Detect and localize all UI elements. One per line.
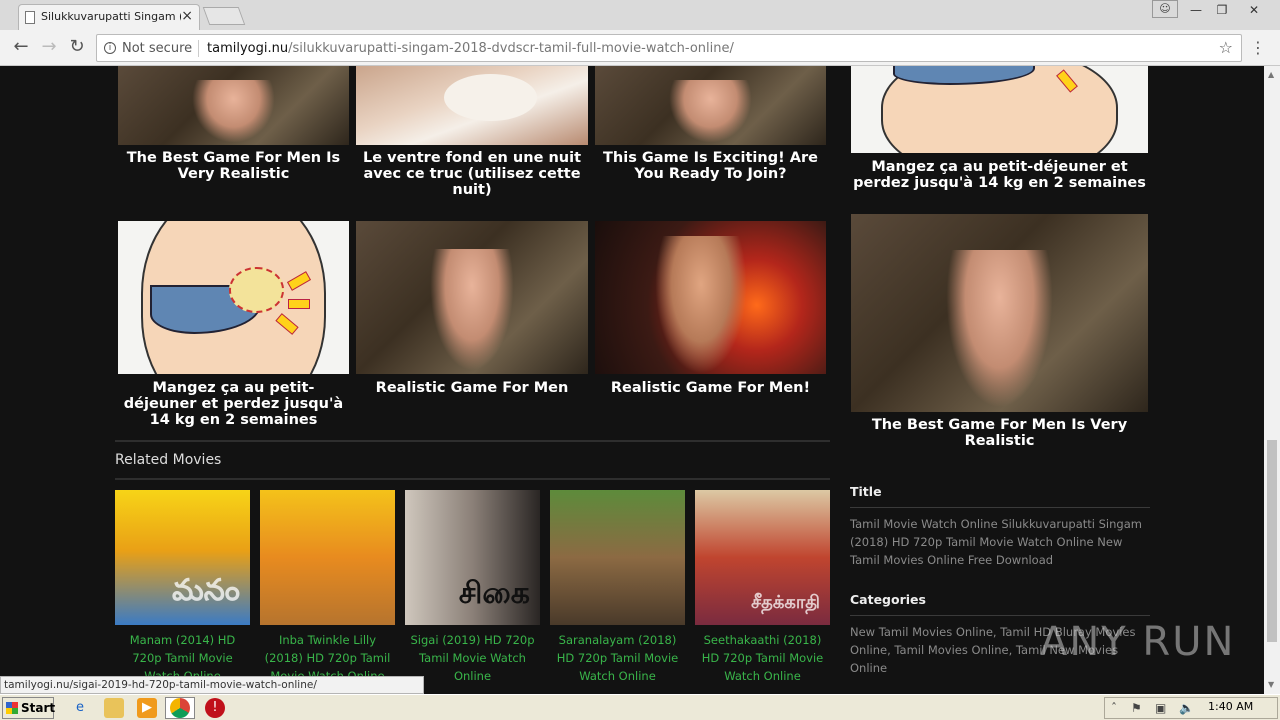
page-content: The Best Game For Men Is Very Realistic … [0, 66, 1264, 694]
ad-title[interactable]: Le ventre fond en une nuit avec ce truc … [356, 150, 588, 198]
title-text: Tamil Movie Watch Online Silukkuvarupatt… [850, 517, 1142, 567]
sidebar-divider [850, 507, 1150, 508]
browser-toolbar: ← → ↻ i Not secure tamilyogi.nu/silukkuv… [0, 30, 1280, 66]
poster-glyph: మనం [171, 573, 240, 608]
movie-poster[interactable]: சீதக்காதி [695, 490, 830, 625]
title-heading: Title [850, 484, 882, 499]
scrollbar-thumb[interactable] [1267, 440, 1277, 642]
ad-image[interactable] [595, 66, 826, 145]
windows-logo-icon [6, 702, 18, 714]
volume-icon[interactable]: 🔈 [1179, 701, 1194, 715]
start-button[interactable]: Start [2, 697, 56, 719]
chrome-icon [170, 698, 190, 718]
poster-glyph: சீதக்காதி [751, 592, 820, 613]
scroll-up-icon[interactable]: ▲ [1268, 70, 1274, 79]
taskbar: Start e ▶ ! ˆ ⚑ ▣ 🔈 1:40 AM [0, 694, 1280, 720]
related-movies-heading: Related Movies [115, 452, 222, 468]
minimize-icon[interactable]: — [1182, 0, 1210, 20]
ad-title[interactable]: Mangez ça au petit-déjeuner et perdez ju… [851, 159, 1148, 191]
browser-menu-icon[interactable]: ⋮ [1250, 38, 1266, 58]
anyrun-watermark: ANY RUN [1040, 611, 1240, 671]
ad-title[interactable]: The Best Game For Men Is Very Realistic [118, 150, 349, 182]
reload-icon[interactable]: ↻ [66, 36, 88, 58]
address-separator [198, 40, 199, 57]
restore-icon[interactable]: ❐ [1208, 0, 1236, 20]
ad-title[interactable]: Mangez ça au petit-déjeuner et perdez ju… [118, 380, 349, 428]
url-path: /silukkuvarupatti-singam-2018-dvdscr-tam… [288, 41, 734, 56]
page-scrollbar[interactable]: ▲ ▼ [1264, 66, 1280, 694]
ad-title[interactable]: The Best Game For Men Is Very Realistic [851, 417, 1148, 449]
url-host: tamilyogi.nu [207, 41, 289, 56]
bookmark-star-icon[interactable]: ☆ [1219, 38, 1233, 57]
link-status-bubble: tamilyogi.nu/sigai-2019-hd-720p-tamil-mo… [0, 676, 424, 694]
movie-poster[interactable] [260, 490, 395, 625]
folder-icon[interactable] [104, 698, 124, 718]
clock: 1:40 AM [1208, 700, 1254, 713]
watermark-text: ANY RUN [1040, 619, 1236, 665]
ad-image[interactable] [356, 221, 588, 374]
back-icon[interactable]: ← [10, 36, 32, 58]
media-player-icon[interactable]: ▶ [137, 698, 157, 718]
ie-icon[interactable]: e [70, 698, 90, 718]
movie-title-link[interactable]: Saranalayam (2018) HD 720p Tamil Movie W… [550, 631, 685, 685]
close-tab-icon[interactable]: × [181, 8, 193, 24]
user-icon[interactable]: ☺ [1152, 0, 1178, 18]
ad-image[interactable] [595, 221, 826, 374]
security-label: Not secure [122, 41, 193, 56]
opera-icon[interactable]: ! [205, 698, 225, 718]
info-icon[interactable]: i [104, 42, 116, 54]
flag-icon[interactable]: ⚑ [1131, 701, 1142, 715]
movie-poster[interactable] [550, 490, 685, 625]
movie-title-link[interactable]: Seethakaathi (2018) HD 720p Tamil Movie … [695, 631, 830, 685]
movie-title-link[interactable]: Sigai (2019) HD 720p Tamil Movie Watch O… [405, 631, 540, 685]
movie-poster[interactable]: మనం [115, 490, 250, 625]
chrome-taskbar-button[interactable] [165, 697, 195, 719]
ad-image[interactable] [356, 66, 588, 145]
ad-title[interactable]: Realistic Game For Men [356, 380, 588, 396]
ad-image[interactable] [118, 66, 349, 145]
tab-title: Silukkuvarupatti Singam (20 [41, 10, 181, 23]
section-divider [115, 478, 830, 480]
ad-title[interactable]: Realistic Game For Men! [595, 380, 826, 396]
tab-strip: Silukkuvarupatti Singam (20 × ☺ — ❐ ✕ [0, 0, 1280, 30]
start-label: Start [21, 701, 56, 715]
url-text[interactable]: tamilyogi.nu/silukkuvarupatti-singam-201… [207, 41, 734, 56]
poster-glyph: சிகை [458, 576, 530, 611]
browser-tab[interactable]: Silukkuvarupatti Singam (20 × [18, 4, 200, 30]
ad-image[interactable] [851, 66, 1148, 153]
close-window-icon[interactable]: ✕ [1240, 0, 1268, 20]
page-icon [25, 11, 35, 24]
scroll-down-icon[interactable]: ▼ [1268, 680, 1274, 689]
address-bar[interactable]: i Not secure tamilyogi.nu/silukkuvarupat… [96, 34, 1242, 62]
new-tab-button[interactable] [202, 7, 246, 25]
section-divider [115, 440, 830, 442]
categories-heading: Categories [850, 592, 926, 607]
movie-poster[interactable]: சிகை [405, 490, 540, 625]
network-icon[interactable]: ▣ [1155, 701, 1166, 715]
ad-image[interactable] [118, 221, 349, 374]
ad-title[interactable]: This Game Is Exciting! Are You Ready To … [595, 150, 826, 182]
forward-icon[interactable]: → [38, 36, 60, 58]
ad-image[interactable] [851, 214, 1148, 412]
tray-expand-icon[interactable]: ˆ [1111, 701, 1117, 715]
